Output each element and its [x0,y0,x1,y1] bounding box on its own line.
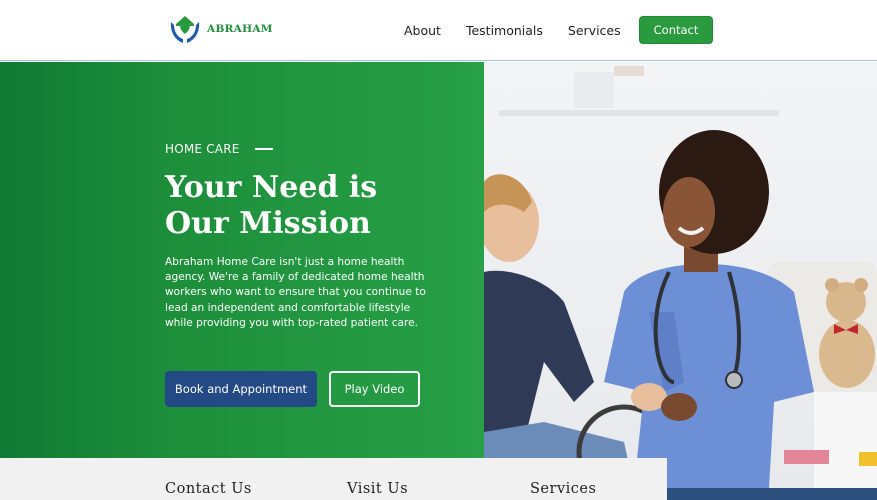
main-nav: About Testimonials Services [404,23,646,38]
contact-button[interactable]: Contact [639,16,713,44]
nurse-with-patient-image [484,62,877,488]
book-appointment-button[interactable]: Book and Appointment [165,371,317,407]
footer-accent-bar [667,488,877,500]
brand-logo[interactable]: ABRAHAM [166,12,273,46]
hands-heart-house-icon [170,16,200,43]
footer-heading-visit: Visit Us [347,481,409,497]
nav-link-services[interactable]: Services [568,23,621,38]
nav-link-about[interactable]: About [404,23,441,38]
hero-eyebrow-label: HOME CARE [165,142,240,156]
hero-eyebrow: HOME CARE [165,142,273,156]
hero-photo [484,62,877,488]
nav-link-testimonials[interactable]: Testimonials [466,23,543,38]
play-video-button[interactable]: Play Video [329,371,420,407]
hero-title-line-2: Our Mission [165,206,371,241]
hero-title-line-1: Your Need is [165,170,378,205]
footer-heading-services: Services [530,481,597,497]
eyebrow-divider [254,148,273,150]
site-header: ABRAHAM About Testimonials Services Cont… [0,0,877,61]
hero-description: Abraham Home Care isn't just a home heal… [165,256,426,329]
footer-heading-contact: Contact Us [165,481,252,497]
hero-title: Your Need is Our Mission [165,170,465,242]
brand-name: ABRAHAM [207,23,273,35]
